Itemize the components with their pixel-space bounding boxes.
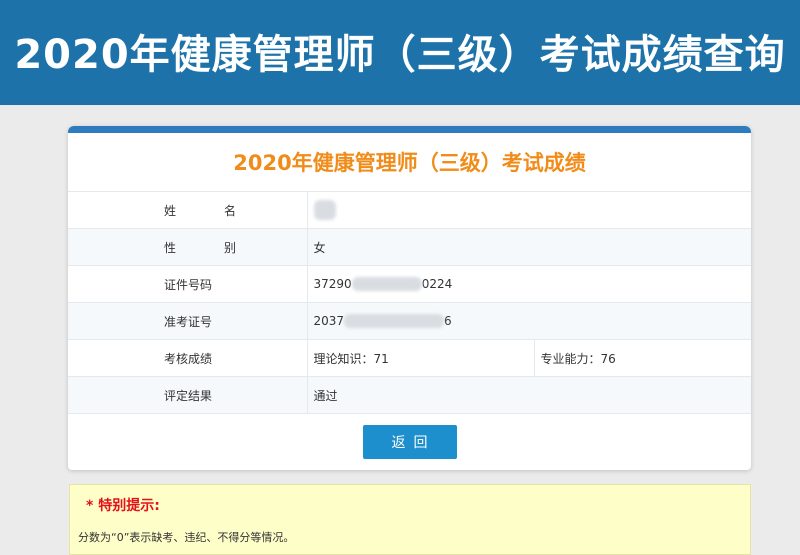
row-value-id-number: 37290 0224 — [307, 265, 751, 303]
table-row-exam-number: 准考证号 2037 6 — [68, 302, 751, 340]
table-row-score: 考核成绩 理论知识：71 专业能力：76 — [68, 339, 751, 377]
row-label: 性 别 — [68, 228, 308, 266]
row-label: 考核成绩 — [68, 339, 308, 377]
row-value-name — [307, 192, 751, 229]
table-row-name: 姓 名 — [68, 192, 751, 229]
row-value-score: 理论知识：71 专业能力：76 — [307, 339, 751, 377]
back-button[interactable]: 返回 — [362, 425, 457, 459]
redacted-name — [313, 200, 336, 220]
page-header-banner: 2020年健康管理师（三级）考试成绩查询 — [0, 0, 800, 105]
table-row-result: 评定结果 通过 — [68, 376, 751, 414]
score-card: 2020年健康管理师（三级）考试成绩 姓 名 性 别 女 证件号码 37290 0… — [68, 126, 751, 470]
skill-score: 专业能力：76 — [540, 351, 616, 366]
theory-score: 理论知识：71 — [307, 340, 535, 376]
table-row-gender: 性 别 女 — [68, 228, 751, 266]
notice-text: 分数为“0”表示缺考、违纪、不得分等情况。 — [78, 531, 295, 544]
special-notice: * 特别提示: 分数为“0”表示缺考、违纪、不得分等情况。 — [69, 484, 751, 555]
row-label: 证件号码 — [68, 265, 308, 303]
redacted-exam-number — [344, 314, 445, 329]
row-label: 准考证号 — [68, 302, 308, 340]
row-value-exam-number: 2037 6 — [307, 302, 751, 340]
score-table: 姓 名 性 别 女 证件号码 37290 0224 准考证号 2037 6 考核成绩 — [68, 192, 751, 414]
redacted-id — [351, 277, 422, 292]
page-title: 2020年健康管理师（三级）考试成绩查询 — [14, 31, 786, 78]
row-value-result: 通过 — [307, 376, 751, 414]
row-value-gender: 女 — [307, 228, 751, 266]
table-row-id-number: 证件号码 37290 0224 — [68, 265, 751, 303]
notice-title: * 特别提示: — [86, 498, 160, 514]
row-label: 姓 名 — [68, 192, 308, 229]
row-label: 评定结果 — [68, 376, 308, 414]
card-title: 2020年健康管理师（三级）考试成绩 — [68, 133, 751, 192]
button-area: 返回 — [68, 414, 751, 470]
